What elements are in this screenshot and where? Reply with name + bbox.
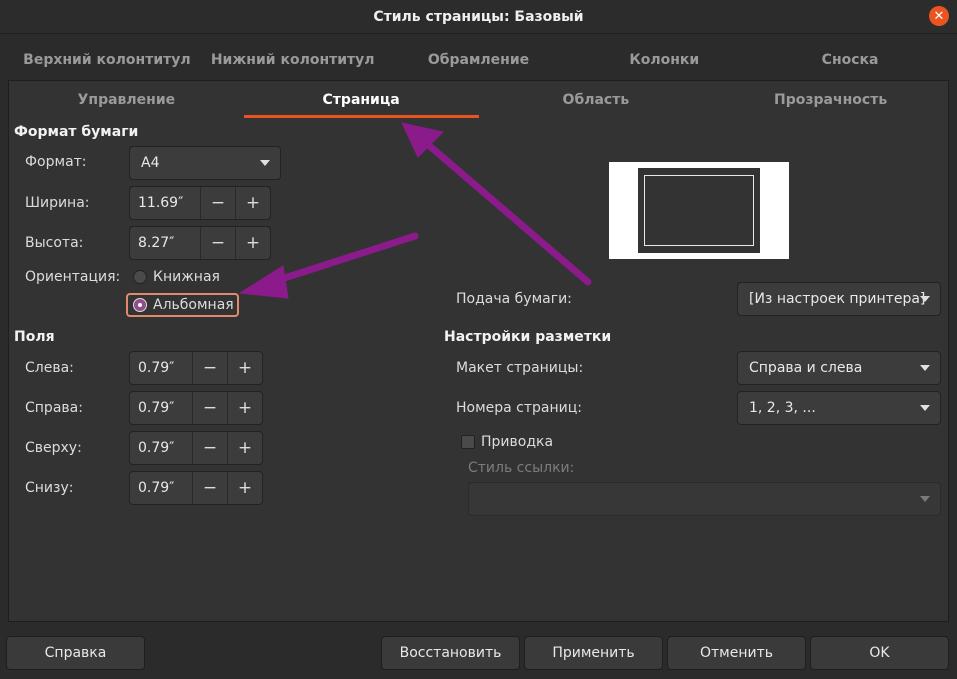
- tab-page[interactable]: Страница: [243, 81, 479, 118]
- tabs-row-top: Верхний колонтитул Нижний колонтитул Обр…: [0, 42, 957, 78]
- margin-right-decrement-button[interactable]: −: [192, 392, 227, 424]
- chevron-down-icon: [920, 296, 930, 302]
- margin-right-increment-button[interactable]: +: [227, 392, 262, 424]
- radio-selected-icon: [133, 298, 147, 312]
- page-layout-value: Справа и слева: [749, 360, 863, 376]
- register-label: Приводка: [481, 434, 554, 450]
- page-numbers-dropdown[interactable]: 1, 2, 3, ...: [737, 391, 941, 425]
- ok-button[interactable]: OK: [810, 636, 949, 670]
- radio-icon: [133, 270, 147, 284]
- height-stepper[interactable]: 8.27″ − +: [129, 226, 271, 260]
- chevron-down-icon: [920, 405, 930, 411]
- width-increment-button[interactable]: +: [235, 187, 270, 219]
- chevron-down-icon: [260, 160, 270, 166]
- tab-borders[interactable]: Обрамление: [386, 42, 572, 78]
- margin-bottom-label: Снизу:: [25, 480, 74, 496]
- margin-top-decrement-button[interactable]: −: [192, 432, 227, 464]
- tab-organizer[interactable]: Управление: [9, 81, 244, 118]
- page-layout-dropdown[interactable]: Справа и слева: [737, 351, 941, 385]
- close-button[interactable]: ✕: [929, 6, 949, 26]
- page-preview: [609, 162, 789, 259]
- page-layout-label: Макет страницы:: [456, 360, 584, 376]
- width-stepper[interactable]: 11.69″ − +: [129, 186, 271, 220]
- tab-area[interactable]: Область: [479, 81, 714, 118]
- paper-tray-label: Подача бумаги:: [456, 291, 572, 307]
- format-value: A4: [141, 155, 160, 171]
- width-value[interactable]: 11.69″: [130, 195, 200, 211]
- register-checkbox[interactable]: Приводка: [461, 434, 553, 450]
- help-button[interactable]: Справка: [6, 636, 145, 670]
- window-title: Стиль страницы: Базовый: [373, 8, 584, 25]
- width-label: Ширина:: [25, 195, 90, 211]
- margin-right-value[interactable]: 0.79″: [130, 400, 192, 416]
- margin-bottom-value[interactable]: 0.79″: [130, 480, 192, 496]
- tab-footer[interactable]: Нижний колонтитул: [200, 42, 386, 78]
- landscape-radio[interactable]: Альбомная: [133, 297, 234, 313]
- close-icon: ✕: [933, 8, 945, 24]
- layout-heading: Настройки разметки: [444, 329, 612, 345]
- margin-right-stepper[interactable]: 0.79″ − +: [129, 391, 263, 425]
- margin-left-decrement-button[interactable]: −: [192, 352, 227, 384]
- landscape-label: Альбомная: [153, 297, 234, 313]
- tab-columns[interactable]: Колонки: [571, 42, 757, 78]
- margin-bottom-decrement-button[interactable]: −: [192, 472, 227, 504]
- height-value[interactable]: 8.27″: [130, 235, 200, 251]
- apply-button[interactable]: Применить: [524, 636, 663, 670]
- margin-top-value[interactable]: 0.79″: [130, 440, 192, 456]
- margin-left-increment-button[interactable]: +: [227, 352, 262, 384]
- checkbox-icon: [461, 435, 475, 449]
- paper-format-heading: Формат бумаги: [14, 124, 139, 140]
- margin-left-value[interactable]: 0.79″: [130, 360, 192, 376]
- portrait-radio[interactable]: Книжная: [133, 269, 220, 285]
- reset-button[interactable]: Восстановить: [381, 636, 520, 670]
- margin-top-increment-button[interactable]: +: [227, 432, 262, 464]
- format-dropdown[interactable]: A4: [129, 146, 281, 180]
- title-bar: Стиль страницы: Базовый ✕: [0, 0, 957, 34]
- margin-left-stepper[interactable]: 0.79″ − +: [129, 351, 263, 385]
- tab-transparency[interactable]: Прозрачность: [713, 81, 948, 118]
- portrait-label: Книжная: [153, 269, 220, 285]
- height-increment-button[interactable]: +: [235, 227, 270, 259]
- paper-tray-dropdown[interactable]: [Из настроек принтера]: [737, 282, 941, 316]
- preview-margin-box: [644, 175, 754, 246]
- page-numbers-label: Номера страниц:: [456, 400, 582, 416]
- tabs-row-bottom: Управление Страница Область Прозрачность: [8, 80, 949, 118]
- chevron-down-icon: [920, 496, 930, 502]
- tab-header[interactable]: Верхний колонтитул: [14, 42, 200, 78]
- paper-tray-value: [Из настроек принтера]: [749, 291, 926, 307]
- reference-style-dropdown[interactable]: [468, 482, 941, 516]
- orientation-label: Ориентация:: [25, 269, 121, 285]
- margin-right-label: Справа:: [25, 400, 83, 416]
- tab-footnote[interactable]: Сноска: [757, 42, 943, 78]
- height-label: Высота:: [25, 235, 84, 251]
- margin-top-label: Сверху:: [25, 440, 82, 456]
- margin-bottom-increment-button[interactable]: +: [227, 472, 262, 504]
- page-numbers-value: 1, 2, 3, ...: [749, 400, 816, 416]
- margin-bottom-stepper[interactable]: 0.79″ − +: [129, 471, 263, 505]
- width-decrement-button[interactable]: −: [200, 187, 235, 219]
- reference-style-label: Стиль ссылки:: [468, 460, 575, 476]
- preview-page: [638, 168, 760, 253]
- margin-left-label: Слева:: [25, 360, 74, 376]
- chevron-down-icon: [920, 365, 930, 371]
- height-decrement-button[interactable]: −: [200, 227, 235, 259]
- cancel-button[interactable]: Отменить: [667, 636, 806, 670]
- margin-top-stepper[interactable]: 0.79″ − +: [129, 431, 263, 465]
- format-label: Формат:: [25, 154, 87, 170]
- margins-heading: Поля: [14, 329, 55, 345]
